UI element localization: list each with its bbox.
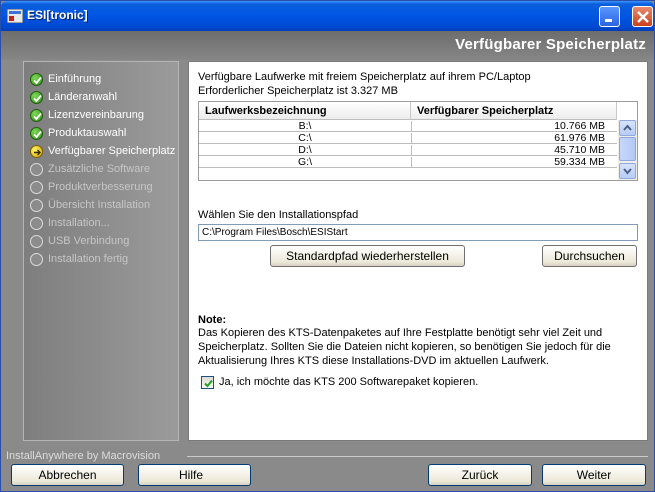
check-icon	[30, 108, 43, 122]
app-icon	[6, 8, 24, 24]
scroll-up-icon[interactable]	[619, 120, 636, 136]
step-item: Lizenzvereinbarung	[30, 106, 144, 124]
drive-table: Laufwerksbezeichnung Verfügbarer Speiche…	[198, 101, 638, 181]
table-scrollbar[interactable]	[618, 120, 637, 180]
path-label: Wählen Sie den Installationspfad	[198, 209, 359, 221]
help-button[interactable]: Hilfe	[138, 464, 251, 486]
note-text-line: Aktualisierung Ihres KTS diese Installat…	[198, 355, 549, 367]
step-item: Installation fertig	[30, 250, 128, 268]
page-title: Verfügbarer Speicherplatz	[455, 36, 646, 53]
copy-package-checkbox[interactable]	[201, 376, 214, 389]
circle-icon	[30, 180, 43, 194]
check-icon	[30, 72, 43, 86]
table-row[interactable]: B:\ 10.766 MB	[199, 121, 617, 132]
installer-brand: InstallAnywhere by Macrovision	[6, 450, 161, 462]
restore-default-path-button[interactable]: Standardpfad wiederherstellen	[270, 245, 465, 267]
content-panel: Verfügbare Laufwerke mit freiem Speicher…	[188, 61, 648, 441]
minimize-button[interactable]	[599, 6, 620, 27]
step-item: Übersicht Installation	[30, 196, 150, 214]
step-item: Produktverbesserung	[30, 178, 153, 196]
intro-text: Verfügbare Laufwerke mit freiem Speicher…	[198, 71, 531, 83]
step-list: Einführung Länderanwahl Lizenzvereinbaru…	[23, 61, 179, 441]
step-item: Länderanwahl	[30, 88, 117, 106]
close-button[interactable]	[632, 6, 653, 27]
circle-icon	[30, 162, 43, 176]
table-row[interactable]: C:\ 61.976 MB	[199, 133, 617, 144]
circle-icon	[30, 198, 43, 212]
scroll-thumb[interactable]	[619, 137, 636, 161]
arrow-right-icon	[30, 144, 43, 158]
table-row[interactable]: D:\ 45.710 MB	[199, 145, 617, 156]
table-row[interactable]: G:\ 59.334 MB	[199, 157, 617, 168]
step-item: Installation...	[30, 214, 110, 232]
header-banner: Verfügbarer Speicherplatz	[1, 31, 654, 60]
circle-icon	[30, 252, 43, 266]
column-header-space[interactable]: Verfügbarer Speicherplatz	[411, 102, 617, 120]
installer-window: ESI[tronic] Verfügbarer Speicherplatz Ei…	[0, 0, 655, 492]
circle-icon	[30, 234, 43, 248]
title-bar[interactable]: ESI[tronic]	[1, 1, 654, 31]
back-button[interactable]: Zurück	[428, 464, 532, 486]
window-title: ESI[tronic]	[27, 8, 88, 22]
required-space-text: Erforderlicher Speicherplatz ist 3.327 M…	[198, 85, 398, 97]
cancel-button[interactable]: Abbrechen	[11, 464, 124, 486]
footer-divider	[187, 456, 648, 457]
check-icon	[30, 90, 43, 104]
note-text-line: Speicherplatz. Sollten Sie die Dateien n…	[198, 341, 611, 353]
column-header-drive[interactable]: Laufwerksbezeichnung	[199, 102, 411, 120]
step-item: Zusätzliche Software	[30, 160, 150, 178]
step-item-current: Verfügbarer Speicherplatz	[30, 142, 175, 160]
step-item: Einführung	[30, 70, 101, 88]
circle-icon	[30, 216, 43, 230]
check-icon	[30, 126, 43, 140]
step-item: USB Verbindung	[30, 232, 129, 250]
copy-package-label[interactable]: Ja, ich möchte das KTS 200 Softwarepaket…	[219, 376, 478, 388]
note-title: Note:	[198, 314, 227, 326]
scroll-down-icon[interactable]	[619, 163, 636, 179]
browse-button[interactable]: Durchsuchen	[542, 245, 637, 267]
install-path-input[interactable]: C:\Program Files\Bosch\ESIStart	[198, 224, 638, 241]
next-button[interactable]: Weiter	[542, 464, 646, 486]
note-text-line: Das Kopieren des KTS-Datenpaketes auf Ih…	[198, 327, 603, 339]
step-item: Produktauswahl	[30, 124, 126, 142]
